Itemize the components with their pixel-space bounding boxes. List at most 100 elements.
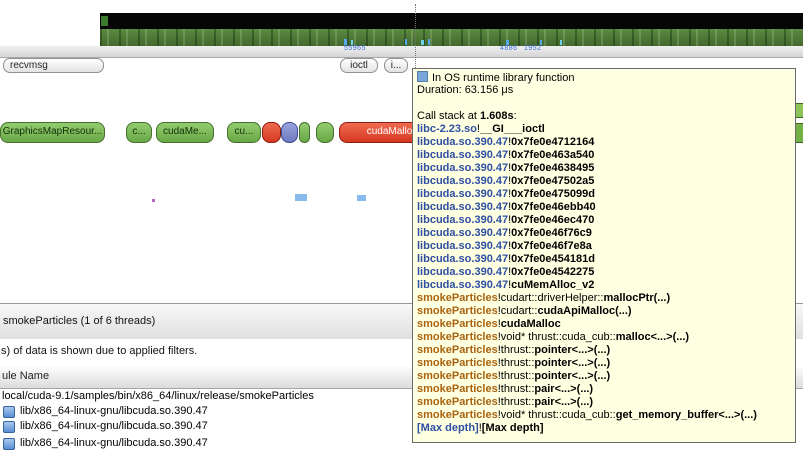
frame-function: 0x7fe0e47502a5 [511,175,595,187]
stack-frame: libcuda.so.390.47!0x7fe0e4712164 [417,136,791,149]
stack-frame: smokeParticles!cudaMalloc [417,318,791,331]
frame-module-name: smokeParticles [417,396,498,408]
frame-function: cuMemAlloc_v2 [511,279,595,291]
stack-frame: smokeParticles!thrust::pointer<...>(...) [417,370,791,383]
segment-label: cudaMalloc [366,126,418,137]
os-runtime-recvmsg-range[interactable]: recvmsg [3,58,104,73]
frame-namespace: !cudart:: [497,305,538,317]
api-call-segment[interactable]: cudaMe... [156,122,214,143]
frame-function: pointer<...>(...) [534,344,611,356]
frame-function: 0x7fe0e454181d [511,253,595,265]
frame-module-name: smokeParticles [417,292,498,304]
os-runtime-ioctl-range[interactable]: ioctl [340,58,378,73]
frame-function: malloc<...>(...) [615,331,690,343]
frame-function: pointer<...>(...) [534,370,611,382]
timeline-mark [560,40,562,45]
frame-module-name: libcuda.so.390.47 [417,227,509,239]
micro-count-label: 55965 [344,45,366,52]
timeline-mark [295,194,307,201]
frame-function: 0x7fe0e46ebb40 [511,201,596,213]
stack-frame: libcuda.so.390.47!0x7fe0e475099d [417,188,791,201]
frame-namespace: !void* thrust::cuda_cub:: [497,409,616,421]
column-header-label: ule Name [2,370,50,382]
frame-module-name: smokeParticles [417,383,498,395]
frame-function: 0x7fe0e463a540 [511,149,595,161]
micro-count-label: 4886 [500,45,518,52]
callstack-heading-colon: : [513,110,517,122]
timeline-mark [795,103,803,118]
stack-frame: libcuda.so.390.47!0x7fe0e47502a5 [417,175,791,188]
stack-frame: smokeParticles!thrust::pointer<...>(...) [417,357,791,370]
api-call-segment[interactable] [316,122,334,143]
os-runtime-truncated-range[interactable]: i... [384,58,408,73]
stack-frame: libcuda.so.390.47!0x7fe0e46f76c9 [417,227,791,240]
callstack-heading: Call stack at 1.608s: [417,110,791,123]
stack-frame: libcuda.so.390.47!0x7fe0e46ec470 [417,214,791,227]
segment-label: GraphicsMapResour... [2,126,103,137]
timeline-mark [506,40,509,45]
frame-function: pair<...>(...) [534,396,594,408]
timeline-mark [421,40,424,45]
module-path: lib/x86_64-linux-gnu/libcuda.so.390.47 [20,405,208,417]
frame-module-name: smokeParticles [417,357,498,369]
frame-module-name: libc-2.23.so [417,123,477,135]
timeline-overview-bar[interactable] [100,13,803,29]
frame-module-name: [Max depth] [417,422,479,434]
frame-module-name: libcuda.so.390.47 [417,136,509,148]
timeline-mark [405,39,407,45]
timeline-mark [540,40,542,45]
frame-module-name: smokeParticles [417,305,498,317]
frame-function: cudaApiMalloc(...) [537,305,632,317]
frame-function: 0x7fe0e4542275 [511,266,595,278]
api-call-segment[interactable] [262,122,281,143]
frame-module-name: smokeParticles [417,344,498,356]
api-call-segment[interactable] [281,122,298,143]
stack-frame: libcuda.so.390.47!0x7fe0e4638495 [417,162,791,175]
library-icon [3,406,15,418]
callstack-time: 1.608s [479,110,514,122]
callstack-heading-prefix: Call stack at [417,110,480,122]
frame-function: [Max depth] [481,422,544,434]
timeline-cursor-line [415,4,416,68]
overview-activity-mark [101,16,108,26]
api-call-segment[interactable]: cu... [227,122,261,143]
stack-frame: libcuda.so.390.47!0x7fe0e46f7e8a [417,240,791,253]
timeline-mark [357,195,366,201]
micro-count-label: 1952 [524,45,542,52]
frame-function: pointer<...>(...) [534,357,611,369]
frame-module-name: libcuda.so.390.47 [417,253,509,265]
stack-frame: [Max depth]![Max depth] [417,422,791,435]
stack-frame: smokeParticles!thrust::pair<...>(...) [417,383,791,396]
filter-notice-text: s) of data is shown due to applied filte… [1,345,198,357]
timeline-utilization-band[interactable] [100,29,803,46]
frame-module-name: libcuda.so.390.47 [417,188,509,200]
timeline-mark [351,40,353,45]
frame-module-name: libcuda.so.390.47 [417,214,509,226]
frame-module-name: smokeParticles [417,318,498,330]
stack-frame: smokeParticles!void* thrust::cuda_cub::m… [417,331,791,344]
profiler-window: recvmsg ioctl i... 55965 4886 1952 Graph… [0,0,803,453]
frame-namespace: !thrust:: [497,357,535,369]
frame-module-name: smokeParticles [417,370,498,382]
stack-frame: libcuda.so.390.47!0x7fe0e46ebb40 [417,201,791,214]
frame-module-name: libcuda.so.390.47 [417,149,509,161]
frame-namespace: !thrust:: [497,383,535,395]
timeline-mark [152,199,155,202]
api-call-segment[interactable]: c... [126,122,152,143]
api-call-segment[interactable] [299,122,310,143]
tooltip-spacer [417,97,791,110]
frame-function: 0x7fe0e46f7e8a [511,240,592,252]
timeline-row-strip [0,46,803,58]
stack-frame: smokeParticles!cudart::cudaApiMalloc(...… [417,305,791,318]
stack-frame: libcuda.so.390.47!cuMemAlloc_v2 [417,279,791,292]
segment-label: cudaMe... [163,126,207,137]
frame-function: pair<...>(...) [534,383,594,395]
api-call-segment[interactable]: GraphicsMapResour... [0,122,105,143]
frame-module-name: libcuda.so.390.47 [417,162,509,174]
frame-namespace: !thrust:: [497,396,535,408]
frame-function: get_memory_buffer<...>(...) [615,409,757,421]
segment-label: cu... [234,126,254,137]
tooltip-duration: Duration: 63.156 μs [417,84,514,96]
tooltip-title: In OS runtime library function [432,72,575,84]
callstack-frames: libc-2.23.so!__GI___ioctl libcuda.so.390… [417,123,791,435]
